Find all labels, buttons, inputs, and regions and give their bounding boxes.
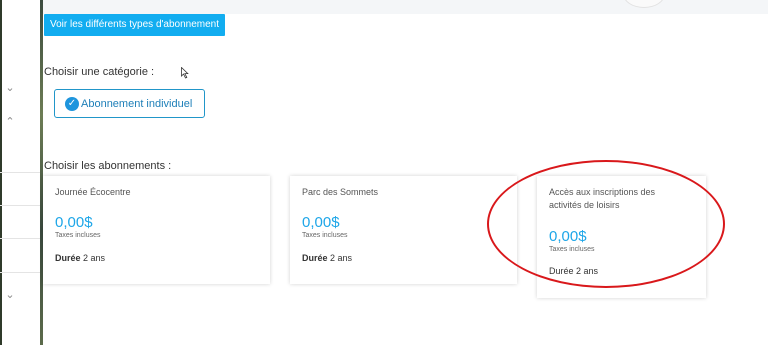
duration-label: Durée	[302, 253, 328, 263]
sidebar-border	[40, 0, 43, 345]
card-price: 0,00$	[55, 214, 93, 231]
card-title: Parc des Sommets	[302, 187, 379, 197]
left-sidebar: ⌄ ⌃ ⌄	[0, 0, 42, 345]
duration-label: Durée	[55, 253, 81, 263]
sidebar-divider	[0, 272, 40, 273]
sidebar-divider	[0, 238, 40, 239]
category-option-label: Abonnement individuel	[81, 97, 193, 110]
view-subscription-types-button[interactable]: Voir les différents types d'abonnement	[44, 14, 225, 36]
subscription-card[interactable]: Journée Écocentre 0,00$ Taxes incluses D…	[43, 176, 270, 284]
mouse-cursor-icon	[181, 67, 189, 79]
card-price: 0,00$	[302, 214, 340, 231]
card-taxes: Taxes incluses	[302, 232, 348, 239]
red-circle-annotation	[487, 160, 725, 288]
chevron-down-icon[interactable]: ⌄	[4, 82, 16, 94]
duration-value: 2 ans	[330, 253, 353, 263]
subscription-card[interactable]: Parc des Sommets 0,00$ Taxes incluses Du…	[290, 176, 517, 284]
chevron-down-icon[interactable]: ⌄	[4, 289, 16, 301]
check-circle-icon: ✓	[65, 96, 79, 111]
card-taxes: Taxes incluses	[55, 232, 101, 239]
card-duration: Durée 2 ans	[302, 253, 505, 263]
avatar[interactable]	[623, 0, 665, 8]
card-duration: Durée 2 ans	[55, 253, 258, 263]
top-bar	[43, 0, 768, 14]
card-title: Journée Écocentre	[55, 187, 131, 197]
sidebar-divider	[0, 205, 40, 206]
logo	[696, 0, 768, 7]
category-option-individual[interactable]: ✓ Abonnement individuel	[54, 89, 205, 118]
chevron-up-icon[interactable]: ⌃	[4, 116, 16, 128]
subscriptions-label: Choisir les abonnements :	[44, 160, 172, 172]
duration-value: 2 ans	[83, 253, 106, 263]
sidebar-divider	[0, 172, 40, 173]
category-label: Choisir une catégorie :	[44, 66, 155, 78]
